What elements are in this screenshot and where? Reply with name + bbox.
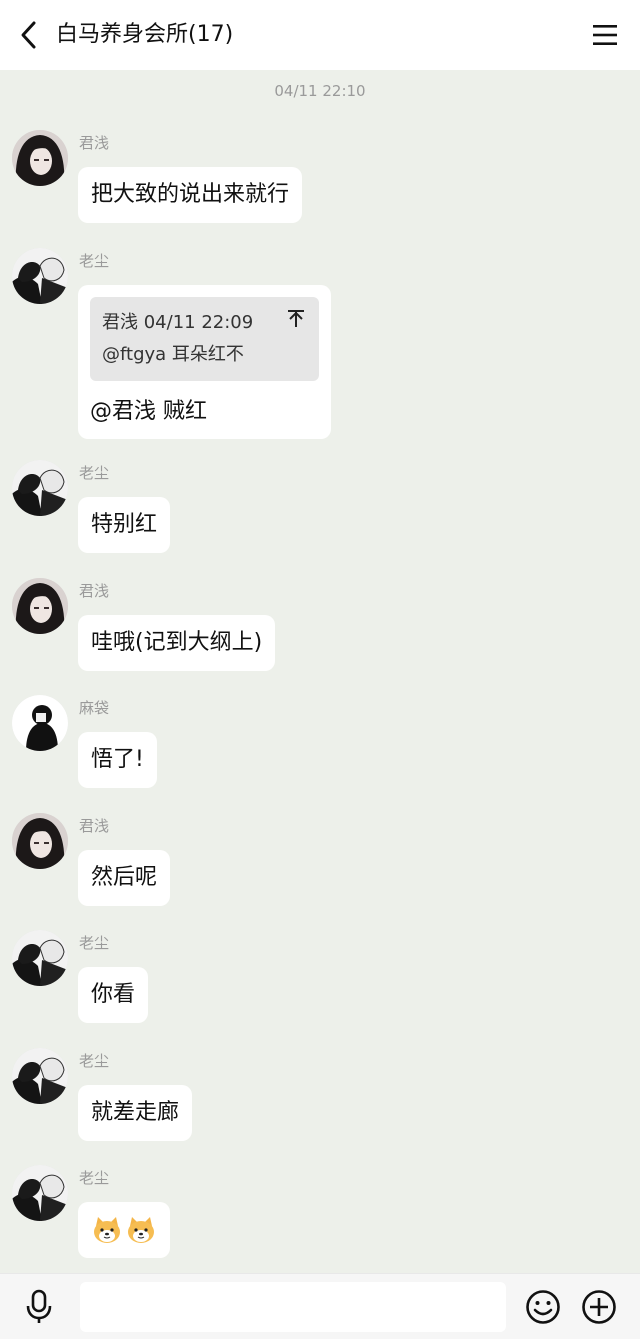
message-bubble[interactable]: 就差走廊	[78, 1085, 193, 1141]
back-button[interactable]	[12, 18, 46, 52]
quoted-message[interactable]: 君浅 04/11 22:09 @ftgya 耳朵红不	[90, 297, 319, 381]
emoji-icon[interactable]	[525, 1289, 561, 1325]
message-input[interactable]	[80, 1282, 506, 1332]
chat-title: 白马养身会所(17)	[56, 22, 234, 47]
sender-name: 老尘	[79, 1169, 110, 1187]
quoted-message-meta: 君浅 04/11 22:09	[102, 312, 254, 333]
hamburger-menu-icon	[593, 25, 617, 45]
message-bubble[interactable]: 悟了!	[78, 732, 157, 788]
message-bubble[interactable]: 然后呢	[78, 850, 171, 906]
avatar[interactable]	[12, 130, 68, 186]
jump-to-quote-icon[interactable]	[287, 309, 305, 329]
voice-button[interactable]	[20, 1288, 58, 1326]
message-bubble[interactable]: 你看	[78, 967, 149, 1023]
sender-name: 君浅	[79, 134, 110, 152]
message-bubble[interactable]: 哇哦(记到大纲上)	[78, 615, 276, 671]
avatar[interactable]	[12, 1048, 68, 1104]
message-bubble[interactable]: 把大致的说出来就行	[78, 167, 303, 223]
message-bubble[interactable]: 君浅 04/11 22:09 @ftgya 耳朵红不 @君浅 贼红	[78, 285, 331, 439]
avatar[interactable]	[12, 695, 68, 751]
sender-name: 麻袋	[79, 699, 110, 717]
sender-name: 老尘	[79, 1052, 110, 1070]
message-bubble[interactable]: 特别红	[78, 497, 171, 553]
dog-face-emoji-icon	[128, 1217, 154, 1243]
message-bubble[interactable]	[78, 1202, 170, 1258]
avatar[interactable]	[12, 1165, 68, 1221]
chat-header: 白马养身会所(17)	[0, 0, 640, 70]
sender-name: 君浅	[79, 817, 110, 835]
avatar[interactable]	[12, 930, 68, 986]
quoted-message-text: @ftgya 耳朵红不	[102, 344, 244, 365]
sender-name: 老尘	[79, 252, 110, 270]
avatar[interactable]	[12, 460, 68, 516]
message-text: @君浅 贼红	[90, 399, 207, 424]
avatar[interactable]	[12, 813, 68, 869]
message-timestamp: 04/11 22:10	[274, 82, 366, 100]
input-bar	[0, 1273, 640, 1339]
sender-name: 老尘	[79, 464, 110, 482]
microphone-icon	[26, 1289, 52, 1323]
sender-name: 君浅	[79, 582, 110, 600]
dog-face-emoji-icon	[94, 1217, 120, 1243]
chevron-left-icon	[21, 21, 36, 49]
avatar[interactable]	[12, 248, 68, 304]
sender-name: 老尘	[79, 934, 110, 952]
avatar[interactable]	[12, 578, 68, 634]
menu-button[interactable]	[590, 20, 620, 50]
plus-circle-icon[interactable]	[581, 1289, 617, 1325]
